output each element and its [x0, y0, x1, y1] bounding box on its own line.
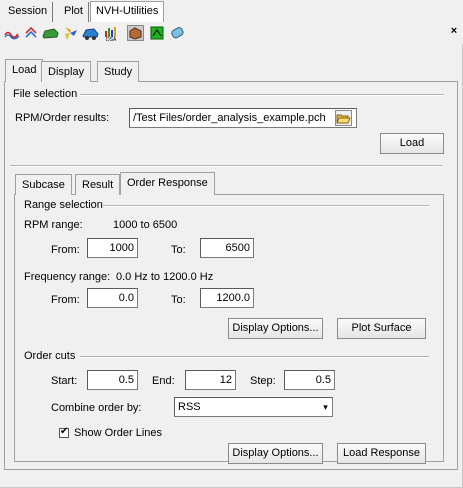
- range-selection-divider: [94, 205, 429, 207]
- chevron-down-icon[interactable]: ▾: [319, 398, 332, 416]
- close-icon[interactable]: ×: [449, 25, 459, 37]
- frequency-range-label: Frequency range:: [24, 271, 111, 283]
- rpm-order-results-label: RPM/Order results:: [15, 112, 110, 124]
- section-divider: [10, 165, 442, 167]
- step-field[interactable]: 0.5: [284, 370, 335, 390]
- file-selection-divider: [80, 94, 444, 96]
- plot-surface-button[interactable]: Plot Surface: [337, 318, 426, 339]
- start-label: Start:: [51, 375, 78, 387]
- load-button[interactable]: Load: [380, 133, 444, 154]
- cylinder-icon[interactable]: [169, 25, 186, 41]
- tab-order-response[interactable]: Order Response: [120, 172, 215, 195]
- tab-session[interactable]: Session: [3, 2, 54, 22]
- green-square-icon[interactable]: [149, 25, 166, 41]
- rpm-from-label: From:: [51, 244, 80, 256]
- step-label: Step:: [250, 375, 276, 387]
- show-order-lines-checkbox[interactable]: [59, 426, 69, 438]
- rpm-to-field[interactable]: 6500: [200, 238, 254, 258]
- combine-order-label: Combine order by:: [51, 402, 142, 414]
- svg-text:DSA: DSA: [106, 37, 117, 41]
- rpm-to-label: To:: [171, 244, 186, 256]
- tab-result[interactable]: Result: [75, 174, 121, 195]
- combine-order-select[interactable]: RSS: [174, 397, 333, 417]
- freq-from-field[interactable]: 0.0: [87, 288, 138, 308]
- tab-subcase[interactable]: Subcase: [15, 174, 72, 195]
- end-field[interactable]: 12: [185, 370, 236, 390]
- tab-display[interactable]: Display: [41, 61, 92, 82]
- show-order-lines-label: Show Order Lines: [74, 427, 163, 439]
- car-icon[interactable]: [42, 25, 59, 41]
- frequency-range-value: 0.0 Hz to 1200.0 Hz: [116, 271, 214, 283]
- brown-cube-icon[interactable]: [127, 25, 144, 41]
- load-response-button[interactable]: Load Response: [337, 443, 426, 464]
- tab-study[interactable]: Study: [97, 61, 140, 82]
- range-selection-title: Range selection: [24, 199, 103, 211]
- tab-plot[interactable]: Plot: [59, 2, 89, 22]
- waves-icon[interactable]: [4, 25, 21, 41]
- rpm-order-results-field[interactable]: /Test Files/order_analysis_example.pch: [129, 108, 357, 128]
- dsa-chart-icon[interactable]: DSA: [104, 25, 121, 43]
- folder-open-icon[interactable]: [335, 110, 352, 126]
- freq-from-label: From:: [51, 294, 80, 306]
- fan-icon[interactable]: [62, 25, 79, 41]
- tab-nvh-utilities[interactable]: NVH-Utilities: [90, 1, 165, 22]
- order-cuts-title: Order cuts: [24, 350, 76, 362]
- file-selection-title: File selection: [13, 88, 78, 100]
- car-blue-icon[interactable]: [82, 25, 99, 41]
- range-display-options-button[interactable]: Display Options...: [228, 318, 323, 339]
- freq-to-field[interactable]: 1200.0: [200, 288, 254, 308]
- freq-to-label: To:: [171, 294, 186, 306]
- rpm-range-value: 1000 to 6500: [113, 219, 178, 231]
- rpm-range-label: RPM range:: [24, 219, 83, 231]
- order-display-options-button[interactable]: Display Options...: [228, 443, 323, 464]
- order-cuts-divider: [80, 356, 429, 358]
- rpm-from-field[interactable]: 1000: [87, 238, 138, 258]
- chevrons-icon[interactable]: [23, 25, 40, 41]
- tab-load[interactable]: Load: [5, 59, 44, 82]
- end-label: End:: [152, 375, 175, 387]
- start-field[interactable]: 0.5: [87, 370, 138, 390]
